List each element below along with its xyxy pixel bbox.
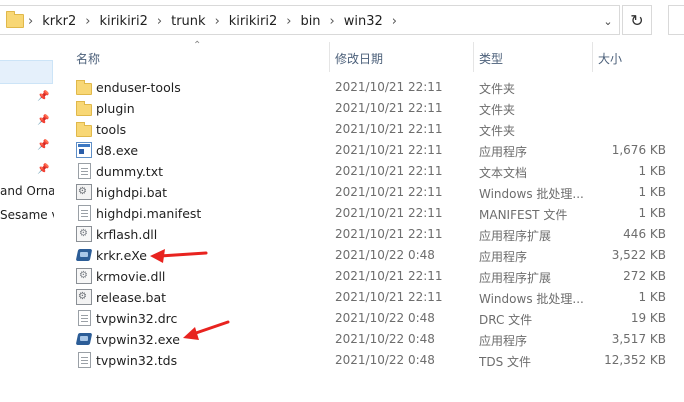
annotation-overlay [150, 249, 230, 340]
red-arrow-icon [150, 249, 208, 263]
red-arrow-icon [183, 320, 230, 340]
